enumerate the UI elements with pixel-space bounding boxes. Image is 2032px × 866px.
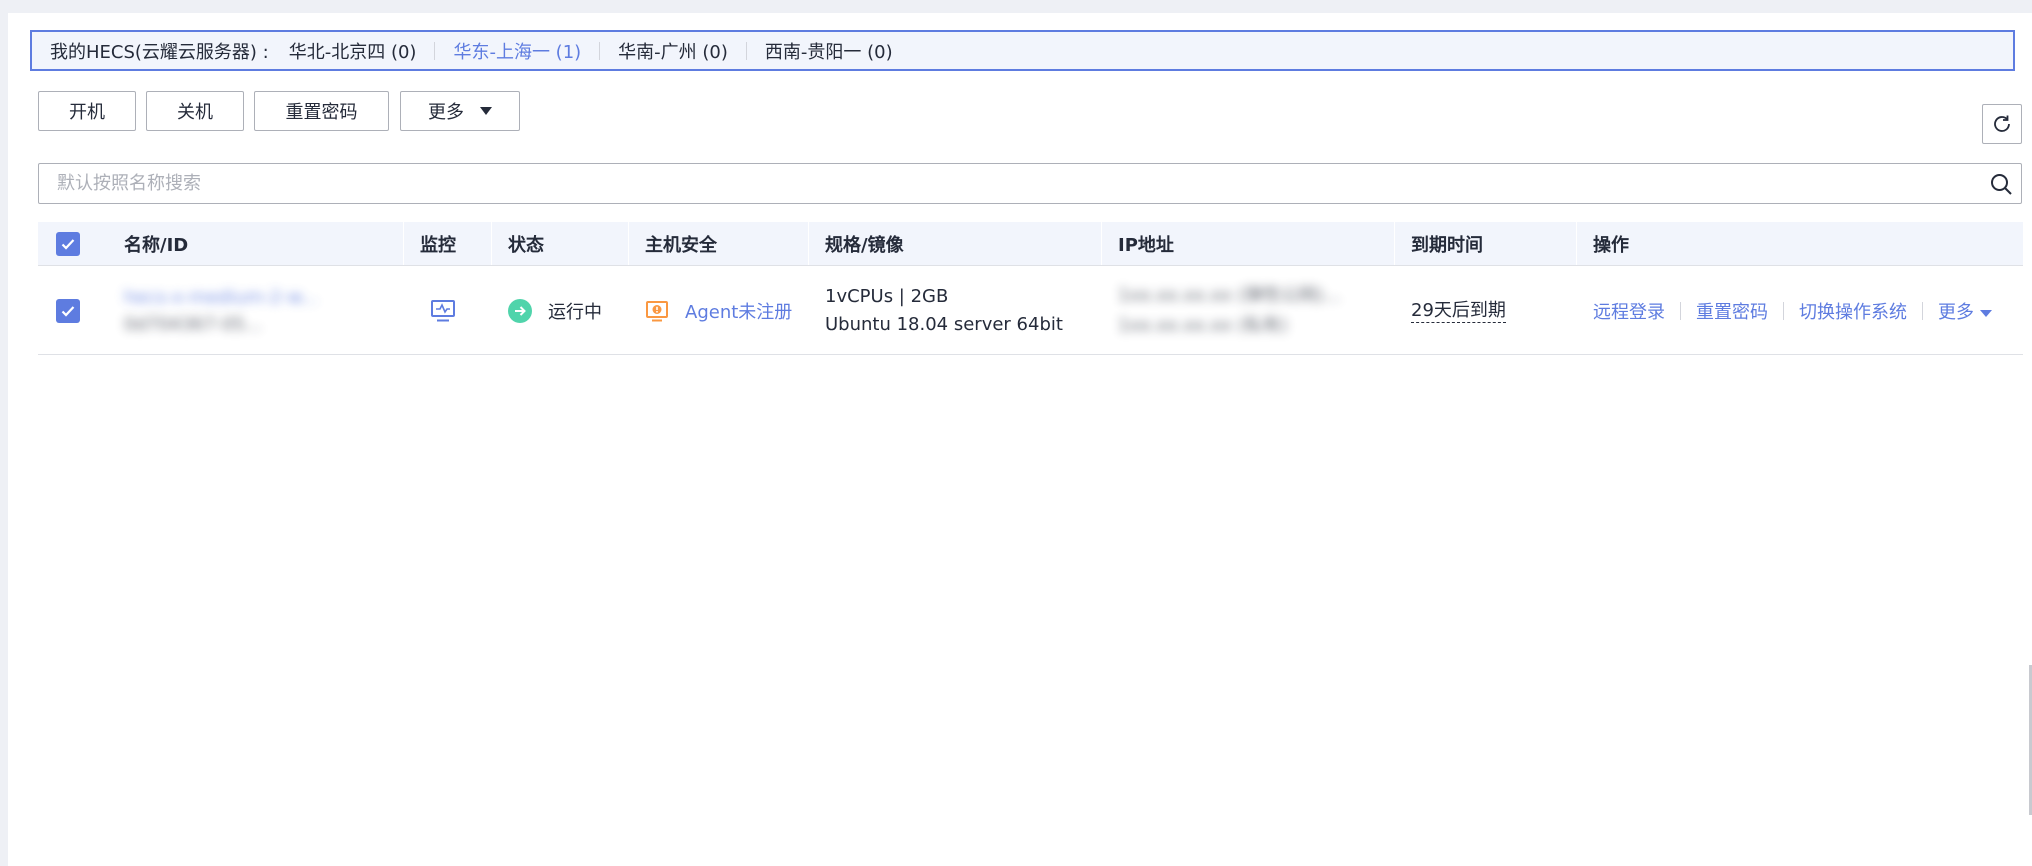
expire-cell: 29天后到期 xyxy=(1395,266,1576,356)
main-panel xyxy=(8,13,2032,866)
region-bar: 我的HECS(云耀云服务器) : 华北-北京四 (0) 华东-上海一 (1) 华… xyxy=(30,30,2015,71)
switch-os-link[interactable]: 切换操作系统 xyxy=(1799,298,1907,324)
divider xyxy=(1680,302,1681,320)
monitor-cell xyxy=(404,266,491,356)
column-header-status: 状态 xyxy=(508,234,544,256)
refresh-icon xyxy=(1994,115,2010,132)
server-name-cell: hecs-x-medium-2-w... 0d704367-05... xyxy=(108,266,403,356)
reset-password-button[interactable]: 重置密码 xyxy=(254,91,389,131)
public-ip: 1xx.xx.xx.xx (弹性公网)... xyxy=(1118,285,1341,306)
running-status-icon xyxy=(508,299,532,323)
region-tab-guiyang1[interactable]: 西南-贵阳一 (0) xyxy=(747,38,911,64)
check-icon xyxy=(61,306,75,317)
column-header-name: 名称/ID xyxy=(124,234,189,256)
power-on-button[interactable]: 开机 xyxy=(38,91,136,131)
remote-login-link[interactable]: 远程登录 xyxy=(1593,298,1665,324)
column-header-security: 主机安全 xyxy=(645,234,717,256)
refresh-button[interactable] xyxy=(1982,104,2022,144)
divider xyxy=(1922,302,1923,320)
server-table: 名称/ID 监控 状态 主机安全 规格/镜像 IP地址 到期时间 操作 hecs… xyxy=(38,222,2023,355)
search-icon[interactable] xyxy=(1981,164,2021,204)
table-header: 名称/ID 监控 状态 主机安全 规格/镜像 IP地址 到期时间 操作 xyxy=(38,222,2023,265)
search-input[interactable] xyxy=(39,164,1981,203)
row-more-dropdown[interactable]: 更多 xyxy=(1938,298,1992,324)
image-text: Ubuntu 18.04 server 64bit xyxy=(825,314,1063,335)
power-off-button[interactable]: 关机 xyxy=(146,91,244,131)
region-tab-guangzhou[interactable]: 华南-广州 (0) xyxy=(600,38,746,64)
column-header-actions: 操作 xyxy=(1593,234,1629,256)
caret-down-icon xyxy=(480,107,492,115)
table-row: hecs-x-medium-2-w... 0d704367-05... 运行中 xyxy=(38,265,2023,355)
expire-text[interactable]: 29天后到期 xyxy=(1411,300,1506,323)
monitor-icon[interactable] xyxy=(430,299,456,323)
divider xyxy=(1783,302,1784,320)
region-tab-shanghai1[interactable]: 华东-上海一 (1) xyxy=(435,38,599,64)
column-header-expire: 到期时间 xyxy=(1411,234,1483,256)
column-header-ip: IP地址 xyxy=(1118,234,1174,256)
server-name-link[interactable]: hecs-x-medium-2-w... xyxy=(124,287,318,308)
caret-down-icon xyxy=(1980,309,1992,317)
status-text: 运行中 xyxy=(548,302,602,323)
row-reset-password-link[interactable]: 重置密码 xyxy=(1696,298,1768,324)
actions-cell: 远程登录 重置密码 切换操作系统 更多 xyxy=(1577,266,2023,356)
spec-cell: 1vCPUs | 2GB Ubuntu 18.04 server 64bit xyxy=(809,266,1101,356)
row-more-label: 更多 xyxy=(1938,302,1974,323)
more-dropdown-button[interactable]: 更多 xyxy=(400,91,520,131)
region-tab-beijing4[interactable]: 华北-北京四 (0) xyxy=(289,38,435,64)
warning-shield-icon xyxy=(646,301,668,322)
spec-text: 1vCPUs | 2GB xyxy=(825,286,949,307)
check-icon xyxy=(61,238,75,250)
security-cell: Agent未注册 xyxy=(629,266,808,356)
column-header-spec: 规格/镜像 xyxy=(825,234,904,256)
row-checkbox[interactable] xyxy=(56,299,80,323)
select-all-checkbox[interactable] xyxy=(56,231,80,256)
row-select-cell xyxy=(38,266,98,356)
more-label: 更多 xyxy=(428,102,464,123)
select-all-cell xyxy=(38,222,98,265)
private-ip: 1xx.xx.xx.xx (私有) xyxy=(1118,315,1288,336)
search-box xyxy=(38,163,2022,204)
ip-cell: 1xx.xx.xx.xx (弹性公网)... 1xx.xx.xx.xx (私有) xyxy=(1102,266,1394,356)
agent-register-link[interactable]: Agent未注册 xyxy=(685,298,792,324)
region-bar-label: 我的HECS(云耀云服务器) : xyxy=(50,41,269,63)
column-header-monitor: 监控 xyxy=(420,234,456,256)
server-id: 0d704367-05... xyxy=(124,314,263,335)
status-cell: 运行中 xyxy=(492,266,628,356)
